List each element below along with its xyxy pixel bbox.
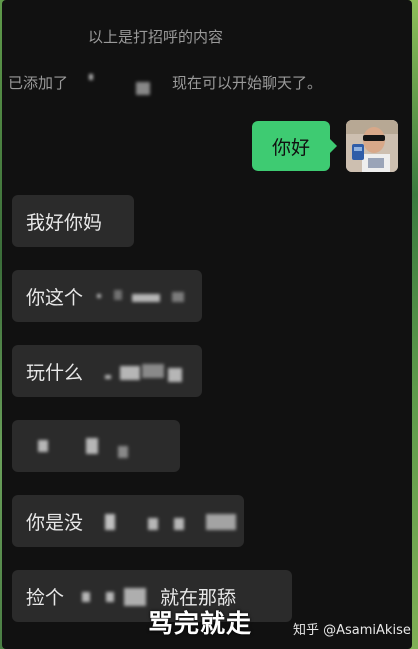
- avatar[interactable]: [346, 120, 398, 172]
- avatar-photo-icon: [346, 120, 398, 172]
- redaction-mark: [148, 518, 158, 530]
- incoming-message-bubble[interactable]: 我好你妈: [12, 195, 134, 247]
- outgoing-message-bubble[interactable]: 你好: [252, 121, 330, 171]
- redaction-mark: [86, 438, 98, 454]
- redacted-name-mark: [89, 74, 93, 80]
- chat-screen: 以上是打招呼的内容 已添加了 现在可以开始聊天了。 你好 我好你妈 你这个 玩什…: [2, 0, 412, 649]
- redaction-mark: [172, 292, 184, 302]
- redaction-mark: [118, 446, 128, 458]
- zhihu-watermark: 知乎 @AsamiAkise: [293, 623, 411, 638]
- outgoing-bubble-tail: [330, 139, 337, 153]
- redaction-mark: [105, 375, 111, 379]
- outgoing-message-text: 你好: [271, 136, 310, 159]
- friend-added-suffix: 现在可以开始聊天了。: [172, 74, 323, 92]
- redaction-mark: [168, 368, 182, 382]
- redaction-mark: [106, 592, 114, 602]
- redaction-mark: [97, 294, 101, 298]
- redaction-mark: [206, 514, 236, 530]
- redaction-mark: [114, 290, 122, 300]
- redaction-mark: [142, 364, 164, 378]
- greeting-hint-text: 以上是打招呼的内容: [88, 28, 224, 46]
- redaction-mark: [105, 514, 115, 530]
- redacted-name-block: [136, 82, 150, 95]
- friend-added-prefix: 已添加了: [8, 74, 69, 92]
- redaction-mark: [124, 588, 146, 606]
- incoming-message-text: 你是没: [26, 511, 84, 534]
- incoming-message-text: 玩什么: [26, 361, 84, 384]
- redaction-mark: [132, 294, 160, 302]
- redaction-mark: [82, 592, 90, 602]
- video-subtitle: 骂完就走: [148, 609, 253, 638]
- incoming-message-text: 你这个: [26, 286, 84, 309]
- redaction-mark: [120, 366, 140, 380]
- redaction-mark: [174, 518, 184, 530]
- incoming-message-text: 捡个: [26, 586, 65, 609]
- incoming-message-text: 我好你妈: [26, 211, 103, 234]
- redaction-mark: [38, 440, 48, 452]
